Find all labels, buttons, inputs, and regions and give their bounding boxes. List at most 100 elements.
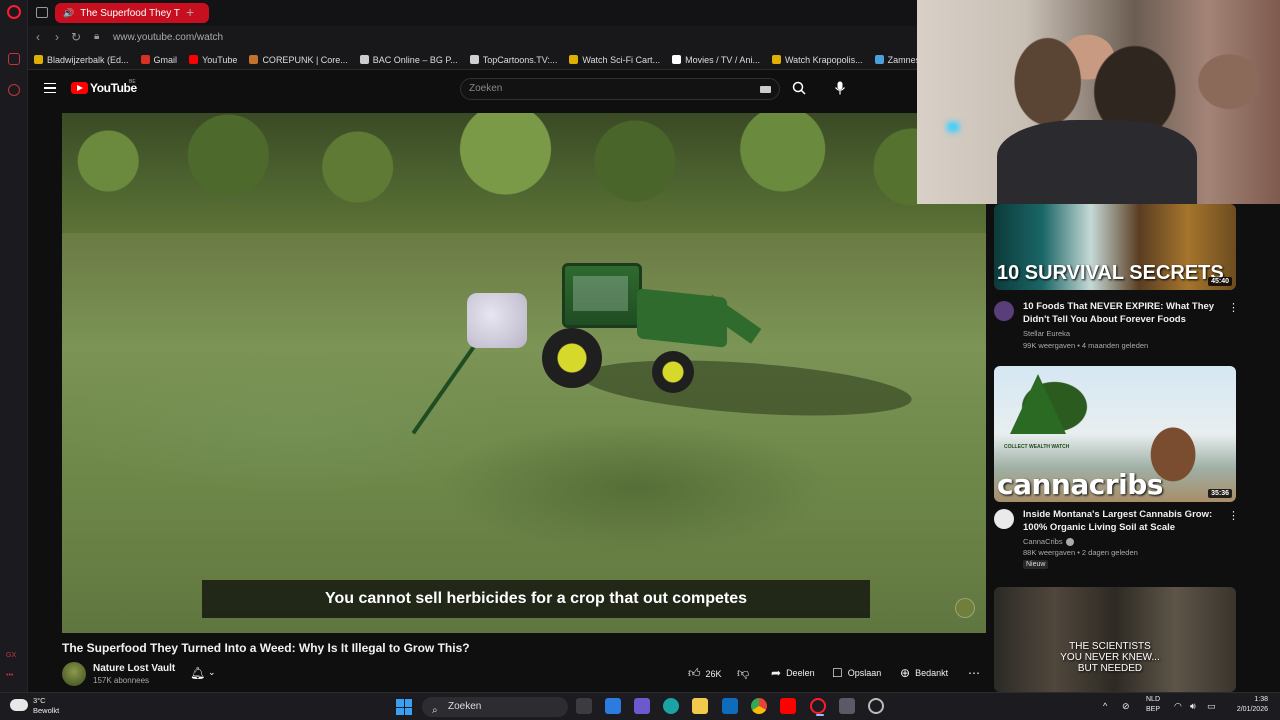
rec-channel-avatar[interactable] xyxy=(994,509,1014,529)
rec-channel-name: CannaCribs xyxy=(1023,537,1063,546)
store-icon[interactable] xyxy=(605,698,621,714)
outlook-icon[interactable] xyxy=(722,698,738,714)
rec-title[interactable]: Inside Montana's Largest Cannabis Grow: … xyxy=(1023,508,1223,534)
thanks-button[interactable]: ⊕ Bedankt xyxy=(900,666,948,680)
rec-thumbnail[interactable]: COLLECT WEALTH WATCH cannacribs 35:36 xyxy=(994,366,1236,502)
video-frame-trees xyxy=(62,113,986,233)
file-explorer-icon[interactable] xyxy=(692,698,708,714)
cloud-icon[interactable] xyxy=(10,699,28,711)
sidebar-history-icon[interactable] xyxy=(8,84,20,96)
taskbar-search[interactable]: ⌕ Zoeken xyxy=(422,697,568,717)
bookmark-item[interactable]: Gmail xyxy=(140,55,177,65)
youtube-logo-icon[interactable] xyxy=(71,82,88,94)
opera-gx-icon[interactable] xyxy=(810,698,826,716)
search-input[interactable]: Zoeken xyxy=(460,78,780,100)
settings-icon[interactable] xyxy=(868,698,884,714)
new-badge: Nieuw xyxy=(1023,560,1049,569)
youtube-header: YouTube BE Zoeken xyxy=(28,71,917,107)
gx-label[interactable]: GX xyxy=(6,652,16,659)
thumbs-down-icon: 👎︎ xyxy=(737,666,750,680)
tray-network-off-icon[interactable]: ⊘ xyxy=(1122,701,1130,712)
windows-start-icon[interactable] xyxy=(396,699,412,715)
url-field[interactable]: www.youtube.com/watch xyxy=(113,32,223,43)
bookmark-item[interactable]: COREPUNK | Core... xyxy=(249,54,348,65)
bookmark-icon: ☐ xyxy=(832,666,843,680)
save-label: Opslaan xyxy=(847,668,882,678)
search-icon[interactable] xyxy=(792,81,806,95)
channel-watermark-icon[interactable] xyxy=(955,598,975,618)
keyboard-layout[interactable]: BEP xyxy=(1146,706,1160,713)
forward-icon[interactable]: › xyxy=(55,30,59,44)
reload-icon[interactable]: ↻ xyxy=(71,30,81,44)
bookmark-label: COREPUNK | Core... xyxy=(262,54,348,65)
microphone-icon[interactable] xyxy=(834,81,846,95)
battery-icon[interactable]: ▭ xyxy=(1207,701,1216,712)
webcam-overlay xyxy=(917,0,1280,204)
rec-thumb-text: 10 SURVIVAL SECRETS xyxy=(997,262,1224,284)
video-frame-tractor xyxy=(467,263,762,393)
video-player[interactable]: You cannot sell herbicides for a crop th… xyxy=(62,113,986,633)
rec-thumbnail[interactable]: 10 SURVIVAL SECRETS 45:40 xyxy=(994,204,1236,290)
sidebar-more-icon[interactable]: ••• xyxy=(6,672,13,679)
save-button[interactable]: ☐ Opslaan xyxy=(832,666,881,680)
channel-avatar[interactable] xyxy=(62,662,86,686)
like-count: 26K xyxy=(705,668,722,679)
more-actions-button[interactable]: ⋯ xyxy=(968,666,985,680)
bookmark-favicon-icon xyxy=(771,55,781,64)
chevron-down-icon[interactable]: ⌄ xyxy=(208,667,216,678)
opera-logo-icon[interactable] xyxy=(7,5,21,19)
like-button[interactable]: 👍︎ 26K xyxy=(688,666,722,681)
sidebar-flow-icon[interactable] xyxy=(8,53,20,65)
clock-date[interactable]: 2/01/2026 xyxy=(1226,706,1268,713)
rec-channel[interactable]: Stellar Eureka xyxy=(1023,329,1070,338)
channel-name[interactable]: Nature Lost Vault xyxy=(93,663,175,674)
clock-time[interactable]: 1:38 xyxy=(1226,696,1268,703)
bookmark-label: Bladwijzerbalk (Ed... xyxy=(47,54,129,65)
bookmark-item[interactable]: TopCartoons.TV:... xyxy=(469,55,557,65)
bookmark-item[interactable]: YouTube xyxy=(189,55,237,65)
calculator-icon[interactable] xyxy=(839,698,855,714)
rec-thumb-text: THE SCIENTISTS YOU NEVER KNEW... BUT NEE… xyxy=(1060,641,1160,674)
rec-title[interactable]: 10 Foods That NEVER EXPIRE: What They Di… xyxy=(1023,300,1223,326)
speaker-icon[interactable]: 🔊 xyxy=(63,8,74,19)
address-bar: ‹ › ↻ 🔒︎ www.youtube.com/watch xyxy=(28,26,917,50)
rec-channel[interactable]: CannaCribs xyxy=(1023,537,1074,547)
bookmark-item[interactable]: Zamnesia | xyxy=(874,55,917,65)
more-vertical-icon[interactable]: ⋮ xyxy=(1228,301,1239,314)
bookmark-item[interactable]: Watch Sci-Fi Cart... xyxy=(569,55,660,65)
tray-chevron-up-icon[interactable]: ^ xyxy=(1103,701,1107,711)
weather-temperature[interactable]: 3°C xyxy=(33,696,46,705)
notification-bell-icon[interactable]: 🔔︎ xyxy=(190,666,205,680)
edge-icon[interactable] xyxy=(663,698,679,714)
lock-icon[interactable]: 🔒︎ xyxy=(94,31,99,42)
youtube-app-icon[interactable] xyxy=(780,698,796,714)
teams-icon[interactable] xyxy=(634,698,650,714)
weather-description[interactable]: Bewolkt xyxy=(33,706,59,715)
menu-icon[interactable] xyxy=(44,83,56,93)
bookmarks-bar: Bladwijzerbalk (Ed... Gmail YouTube COREPUN… xyxy=(28,50,917,70)
thumbs-up-icon: 👍︎ xyxy=(688,666,701,680)
task-view-icon[interactable] xyxy=(576,698,592,714)
bookmark-item[interactable]: BAC Online – BG P... xyxy=(359,55,458,65)
back-icon[interactable]: ‹ xyxy=(36,30,40,44)
bookmark-item[interactable]: Bladwijzerbalk (Ed... xyxy=(34,55,129,65)
more-vertical-icon[interactable]: ⋮ xyxy=(1228,509,1239,522)
dislike-button[interactable]: 👎︎ xyxy=(737,666,754,681)
tab-menu-icon[interactable] xyxy=(36,7,48,18)
bookmark-favicon-icon xyxy=(359,55,369,64)
wifi-icon[interactable]: ◠ xyxy=(1174,701,1182,712)
video-title: The Superfood They Turned Into a Weed: W… xyxy=(62,641,470,655)
bookmark-item[interactable]: Watch Krapopolis... xyxy=(771,55,863,65)
rec-channel-avatar[interactable] xyxy=(994,301,1014,321)
volume-icon[interactable]: 🔊︎ xyxy=(1190,701,1196,712)
keyboard-icon[interactable] xyxy=(760,86,771,93)
search-placeholder: Zoeken xyxy=(469,83,503,94)
share-button[interactable]: ➦ Deelen xyxy=(771,666,815,680)
bookmark-item[interactable]: Movies / TV / Ani... xyxy=(672,55,760,65)
bookmark-favicon-icon xyxy=(34,55,43,64)
chrome-icon[interactable] xyxy=(751,698,767,714)
rec-thumbnail[interactable]: THE SCIENTISTS YOU NEVER KNEW... BUT NEE… xyxy=(994,587,1236,692)
country-code: BE xyxy=(129,79,136,85)
language-code[interactable]: NLD xyxy=(1146,696,1160,703)
new-tab-button[interactable]: + xyxy=(186,4,194,20)
